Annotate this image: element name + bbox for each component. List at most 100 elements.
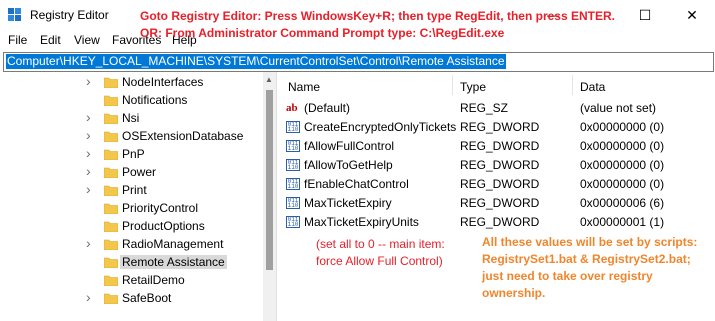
value-data: (value not set) — [580, 101, 657, 115]
tree-item[interactable]: › OSExtensionDatabase — [0, 127, 276, 146]
value-row[interactable]: 011 110 MaxTicketExpiryUnits REG_DWORD 0x000… — [280, 213, 715, 232]
tree-item-label: NodeInterfaces — [122, 75, 204, 89]
tree-item[interactable]: ProductOptions — [0, 218, 276, 236]
scrollbar-thumb[interactable] — [266, 90, 273, 270]
dword-value-icon: 011 110 — [286, 178, 300, 190]
close-button[interactable]: ✕ — [669, 0, 715, 30]
tree-item-label: PriorityControl — [122, 201, 199, 215]
folder-icon — [104, 167, 118, 178]
tree-item[interactable]: › RadioManagement — [0, 235, 276, 254]
annotation-set-all-zero: (set all to 0 -- main item: force Allow … — [316, 237, 445, 268]
value-name: fAllowFullControl — [304, 139, 395, 153]
annotation-scripts-note: All these values will be set by scripts:… — [482, 235, 698, 300]
address-bar[interactable]: Computer\HKEY_LOCAL_MACHINE\SYSTEM\Curre… — [3, 52, 714, 72]
chevron-right-icon[interactable]: › — [86, 127, 91, 143]
value-data: 0x00000000 (0) — [580, 177, 665, 191]
tree-item[interactable]: › Nsi — [0, 109, 276, 128]
tree-item[interactable]: Notifications — [0, 92, 276, 110]
value-data: 0x00000000 (0) — [580, 158, 665, 172]
chevron-right-icon[interactable]: › — [86, 181, 91, 197]
chevron-right-icon[interactable]: › — [86, 145, 91, 161]
value-row[interactable]: 011 110 fAllowFullControl REG_DWORD 0x000000… — [280, 137, 715, 156]
tree-item-label: ProductOptions — [122, 219, 205, 233]
menu-edit[interactable]: Edit — [40, 33, 61, 47]
column-divider[interactable] — [572, 75, 573, 95]
value-type: REG_DWORD — [460, 120, 540, 134]
key-tree-pane[interactable]: › NodeInterfaces Notifications › Nsi › OSExten… — [0, 72, 277, 321]
value-row[interactable]: 011 110 fEnableChatControl REG_DWORD 0x00000… — [280, 175, 715, 194]
folder-icon — [104, 293, 118, 304]
tree-item-label: RetailDemo — [122, 273, 185, 287]
tree-item-label: PnP — [122, 147, 145, 161]
folder-icon — [104, 203, 118, 214]
tree-item[interactable]: RetailDemo — [0, 272, 276, 290]
value-row[interactable]: 011 110 MaxTicketExpiry REG_DWORD 0x00000006… — [280, 194, 715, 213]
tree-item[interactable]: › Print — [0, 181, 276, 200]
chevron-right-icon[interactable]: › — [86, 109, 91, 125]
dword-value-icon: 011 110 — [286, 140, 300, 152]
dword-value-icon: 011 110 — [286, 121, 300, 133]
value-name: MaxTicketExpiry — [304, 196, 392, 210]
value-row[interactable]: 011 110 fAllowToGetHelp REG_DWORD 0x00000000… — [280, 156, 715, 175]
folder-icon — [104, 275, 118, 286]
value-name: (Default) — [304, 101, 351, 115]
value-data: 0x00000006 (6) — [580, 196, 665, 210]
scroll-up-arrow-icon[interactable]: ▲ — [265, 75, 273, 84]
folder-icon — [104, 221, 118, 232]
dword-value-icon: 011 110 — [286, 216, 300, 228]
value-data: 0x00000000 (0) — [580, 139, 665, 153]
registry-editor-icon — [8, 8, 21, 21]
chevron-right-icon[interactable]: › — [86, 235, 91, 251]
folder-icon — [104, 77, 118, 88]
tree-item[interactable]: Remote Assistance — [0, 254, 276, 272]
value-type: REG_SZ — [460, 101, 509, 115]
column-divider[interactable] — [452, 75, 453, 95]
folder-icon — [104, 131, 118, 142]
tree-item-label: Nsi — [122, 111, 140, 125]
value-type: REG_DWORD — [460, 139, 540, 153]
string-value-icon: ab — [286, 102, 298, 114]
value-row[interactable]: 011 110 CreateEncryptedOnlyTickets REG_DWOR… — [280, 118, 715, 137]
chevron-right-icon[interactable]: › — [86, 163, 91, 179]
value-type: REG_DWORD — [460, 177, 540, 191]
value-name: CreateEncryptedOnlyTickets — [304, 120, 457, 134]
tree-item-label: SafeBoot — [122, 291, 172, 305]
folder-icon — [104, 95, 118, 106]
tree-item-label: OSExtensionDatabase — [122, 129, 244, 143]
tree-item[interactable]: › PnP — [0, 145, 276, 164]
folder-icon — [104, 113, 118, 124]
tree-item-label: Remote Assistance — [120, 255, 227, 269]
dword-value-icon: 011 110 — [286, 159, 300, 171]
chevron-right-icon[interactable]: › — [86, 73, 91, 89]
tree-item[interactable]: › NodeInterfaces — [0, 73, 276, 92]
tree-item-label: Power — [122, 165, 157, 179]
tree-item-label: Print — [122, 183, 147, 197]
value-row[interactable]: ab (Default) REG_SZ (value not set) — [280, 99, 715, 118]
tree-item[interactable]: › SafeBoot — [0, 289, 276, 308]
value-type: REG_DWORD — [460, 196, 540, 210]
folder-icon — [104, 149, 118, 160]
value-data: 0x00000000 (0) — [580, 120, 665, 134]
folder-icon — [104, 239, 118, 250]
tree-item-label: RadioManagement — [122, 237, 224, 251]
window-title: Registry Editor — [30, 8, 109, 22]
address-path: Computer\HKEY_LOCAL_MACHINE\SYSTEM\Curre… — [6, 54, 506, 69]
folder-icon — [104, 257, 118, 268]
value-type: REG_DWORD — [460, 158, 540, 172]
dword-value-icon: 011 110 — [286, 197, 300, 209]
menu-file[interactable]: File — [8, 33, 27, 47]
annotation-instructions-line1: Goto Registry Editor: Press WindowsKey+R… — [140, 9, 615, 23]
value-name: fAllowToGetHelp — [304, 158, 393, 172]
value-name: MaxTicketExpiryUnits — [304, 215, 419, 229]
maximize-button[interactable]: ☐ — [622, 0, 668, 30]
menu-view[interactable]: View — [74, 33, 100, 47]
tree-item[interactable]: PriorityControl — [0, 200, 276, 218]
tree-item[interactable]: › Power — [0, 163, 276, 182]
value-type: REG_DWORD — [460, 215, 540, 229]
value-data: 0x00000001 (1) — [580, 215, 665, 229]
annotation-instructions-line2: OR: From Administrator Command Prompt ty… — [140, 26, 505, 40]
tree-item-label: Notifications — [122, 93, 188, 107]
chevron-right-icon[interactable]: › — [86, 289, 91, 305]
tree-scrollbar[interactable]: ▲ — [263, 72, 276, 321]
value-name: fEnableChatControl — [304, 177, 409, 191]
